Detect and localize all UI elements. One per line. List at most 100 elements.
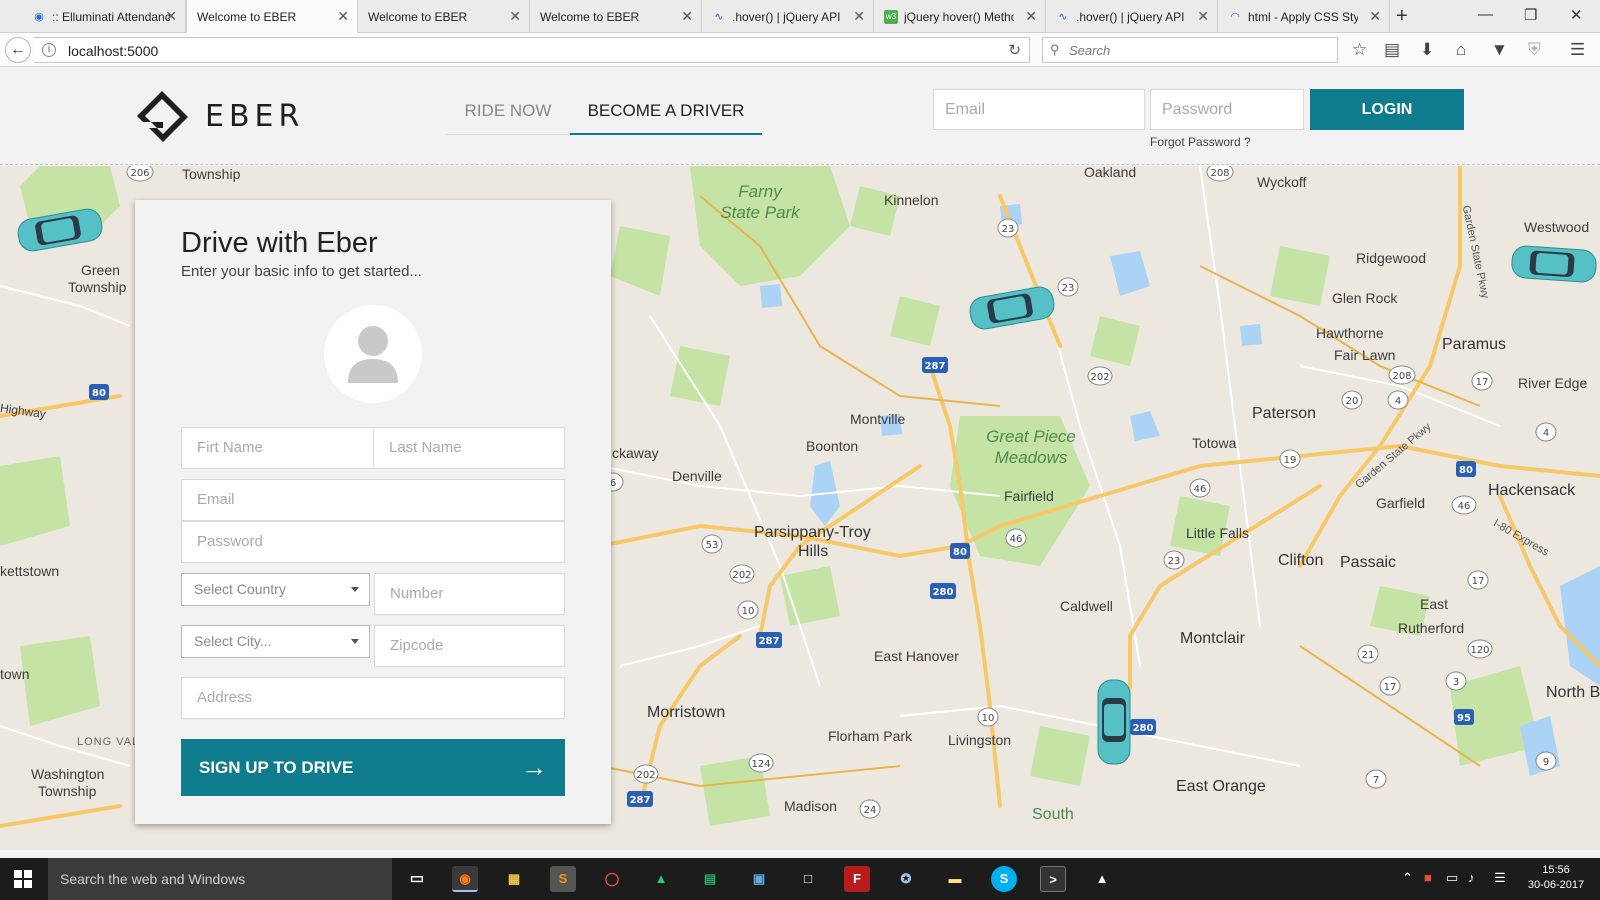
folder-icon[interactable]: ▬ — [942, 866, 968, 892]
svg-text:21: 21 — [1362, 650, 1375, 661]
taskbar-search[interactable]: Search the web and Windows — [48, 858, 392, 900]
address-input[interactable]: Address — [181, 677, 565, 719]
tab-label: Welcome to EBER — [368, 9, 468, 24]
document-icon[interactable]: □ — [795, 866, 821, 892]
tab-label: .hover() | jQuery API Documentation — [732, 9, 842, 24]
browser-tab[interactable]: ∿ .hover() | jQuery API Documentation ✕ — [1046, 0, 1218, 33]
country-select-value: Select Country — [194, 581, 286, 597]
eber-logo-icon[interactable] — [136, 90, 192, 151]
browser-search-placeholder: Search — [1069, 43, 1111, 58]
svg-text:46: 46 — [1010, 534, 1023, 545]
last-name-input[interactable]: Last Name — [373, 427, 565, 469]
map-label: Westwood — [1524, 219, 1590, 235]
close-tab-icon[interactable]: ✕ — [853, 9, 865, 23]
terminal-icon[interactable]: > — [1040, 866, 1066, 892]
sign-up-label: SIGN UP TO DRIVE — [199, 758, 354, 777]
svg-text:287: 287 — [630, 795, 651, 806]
browser-tab[interactable]: ◉ :: Elluminati Attendance ✕ — [22, 0, 186, 33]
notifications-icon[interactable]: ☰ — [1494, 870, 1506, 886]
url-bar[interactable]: i localhost:5000 ↻ — [34, 37, 1030, 63]
shield-icon[interactable]: ⛨ — [1528, 41, 1541, 58]
new-tab-icon[interactable]: + — [1396, 5, 1408, 28]
map-label: Kinnelon — [884, 192, 939, 208]
svg-text:17: 17 — [1476, 377, 1489, 388]
chrome-icon[interactable]: ◯ — [599, 866, 625, 892]
network-app-icon[interactable]: ▣ — [746, 866, 772, 892]
sign-up-to-drive-button[interactable]: SIGN UP TO DRIVE → — [181, 739, 565, 796]
first-name-input[interactable]: Firt Name — [181, 427, 374, 469]
close-tab-icon[interactable]: ✕ — [337, 9, 349, 23]
nav-tab-ride-now[interactable]: RIDE NOW — [446, 86, 570, 135]
close-tab-icon[interactable]: ✕ — [509, 9, 521, 23]
browser-tab[interactable]: w3 jQuery hover() Method ✕ — [874, 0, 1046, 33]
app-icon[interactable]: ▲ — [648, 866, 674, 892]
svg-text:80: 80 — [953, 547, 967, 558]
svg-text:10: 10 — [742, 606, 755, 617]
windows-start-icon[interactable] — [14, 870, 32, 893]
map-label: town — [0, 666, 30, 682]
zipcode-input[interactable]: Zipcode — [374, 625, 565, 667]
browser-tab-active[interactable]: Welcome to EBER ✕ — [186, 0, 358, 33]
filezilla-icon[interactable]: F — [844, 866, 870, 892]
svg-text:53: 53 — [706, 540, 719, 551]
avatar-upload[interactable] — [324, 305, 422, 403]
map-label: Florham Park — [828, 728, 913, 744]
arrow-right-icon: → — [521, 752, 547, 782]
map-label: Hawthorne — [1316, 325, 1384, 341]
email-input[interactable]: Email — [181, 479, 565, 521]
back-icon[interactable]: ← — [5, 37, 31, 63]
map-label: Parsippany-Troy — [754, 524, 871, 541]
photos-icon[interactable]: ▲ — [1089, 866, 1115, 892]
task-view-icon[interactable]: ▭ — [404, 866, 430, 892]
close-tab-icon[interactable]: ✕ — [165, 9, 177, 23]
sublime-text-icon[interactable]: S — [550, 866, 576, 892]
close-tab-icon[interactable]: ✕ — [1197, 9, 1209, 23]
password-input[interactable]: Password — [181, 521, 565, 563]
close-tab-icon[interactable]: ✕ — [1025, 9, 1037, 23]
forgot-password-link[interactable]: Forgot Password ? — [1150, 135, 1251, 149]
system-clock[interactable]: 15:56 30-06-2017 — [1520, 863, 1592, 893]
header-email-input[interactable]: Email — [933, 89, 1145, 130]
firefox-icon[interactable]: ◉ — [452, 866, 478, 892]
restore-icon[interactable]: ❐ — [1524, 6, 1537, 24]
volume-icon[interactable]: ♪ — [1468, 870, 1475, 885]
browser-tab[interactable]: ∿ .hover() | jQuery API Documentation ✕ — [702, 0, 874, 33]
file-explorer-icon[interactable]: ▦ — [501, 866, 527, 892]
windows-taskbar: Search the web and Windows ▭ ◉ ▦ S ◯ ▲ ▤… — [0, 858, 1600, 900]
network-icon[interactable]: ▭ — [1446, 870, 1458, 886]
minimize-icon[interactable]: — — [1478, 6, 1493, 23]
map-label: Fair Lawn — [1334, 347, 1396, 363]
close-tab-icon[interactable]: ✕ — [681, 9, 693, 23]
svg-text:10: 10 — [982, 713, 995, 724]
nav-tab-become-driver[interactable]: BECOME A DRIVER — [570, 86, 762, 135]
tray-app-icon[interactable]: ■ — [1424, 870, 1432, 885]
skype-icon[interactable]: S — [991, 866, 1017, 892]
browser-search-box[interactable]: ⚲ Search — [1042, 37, 1338, 63]
spreadsheet-icon[interactable]: ▤ — [697, 866, 723, 892]
reading-list-icon[interactable]: ▤ — [1384, 41, 1400, 58]
number-input[interactable]: Number — [374, 573, 565, 615]
menu-icon[interactable]: ☰ — [1570, 41, 1585, 58]
settings-app-icon[interactable]: ✪ — [893, 866, 919, 892]
map-label: Hills — [798, 543, 829, 560]
close-window-icon[interactable]: ✕ — [1570, 6, 1583, 24]
browser-tab[interactable]: Welcome to EBER ✕ — [530, 0, 702, 33]
pocket-icon[interactable]: ▼ — [1491, 41, 1508, 58]
tray-chevron-icon[interactable]: ⌃ — [1402, 870, 1413, 886]
home-icon[interactable]: ⌂ — [1456, 41, 1466, 58]
download-icon[interactable]: ⬇ — [1420, 41, 1434, 58]
city-select[interactable]: Select City... — [181, 625, 370, 658]
bookmark-star-icon[interactable]: ☆ — [1352, 41, 1367, 58]
info-icon[interactable]: i — [42, 43, 56, 57]
browser-tab[interactable]: Welcome to EBER ✕ — [358, 0, 530, 33]
browser-tab[interactable]: ◠ html - Apply CSS Style ✕ — [1218, 0, 1390, 33]
map-label: Glen Rock — [1332, 290, 1398, 306]
reload-icon[interactable]: ↻ — [1008, 41, 1021, 59]
country-select[interactable]: Select Country — [181, 573, 370, 606]
login-button[interactable]: LOGIN — [1310, 89, 1464, 130]
tab-label: jQuery hover() Method — [904, 9, 1014, 24]
close-tab-icon[interactable]: ✕ — [1369, 9, 1381, 23]
map-label: Paramus — [1442, 336, 1507, 353]
loading-icon: ◠ — [1230, 10, 1240, 23]
header-password-input[interactable]: Password — [1150, 89, 1304, 130]
